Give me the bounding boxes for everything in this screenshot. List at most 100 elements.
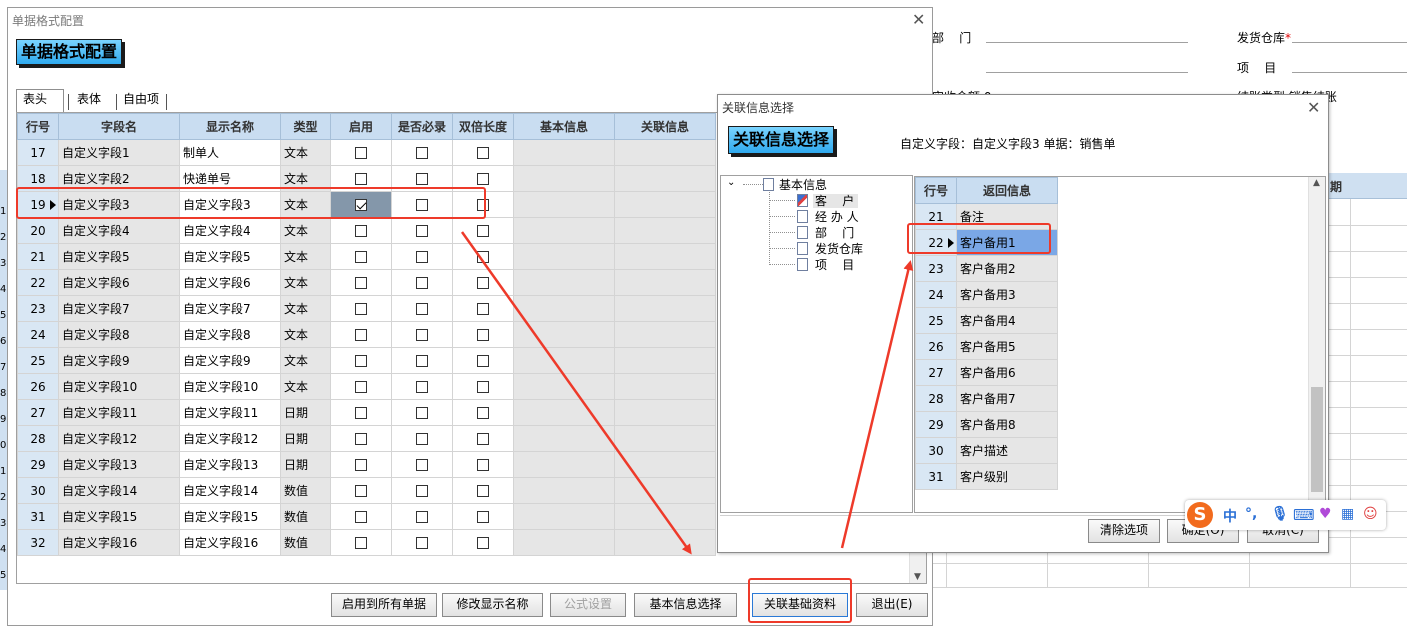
column-field-name[interactable]: 字段名 (58, 113, 180, 140)
list-item[interactable]: 27 客户备用6 (915, 359, 1058, 386)
double-length-cell[interactable] (452, 373, 514, 400)
display-name-cell[interactable]: 自定义字段7 (179, 295, 281, 322)
required-checkbox[interactable] (416, 433, 428, 445)
tab-free-items[interactable]: 自由项 (117, 90, 167, 111)
enabled-cell[interactable] (330, 503, 392, 530)
display-name-cell[interactable]: 自定义字段9 (179, 347, 281, 374)
basic-info-cell[interactable] (513, 191, 615, 218)
return-info-cell[interactable]: 客户备用7 (956, 385, 1058, 412)
required-checkbox[interactable] (416, 355, 428, 367)
column-link-info[interactable]: 关联信息 (614, 113, 716, 140)
basic-info-cell[interactable] (513, 399, 615, 426)
chevron-down-icon[interactable]: ⌄ (727, 177, 735, 188)
display-name-cell[interactable]: 自定义字段12 (179, 425, 281, 452)
double-length-checkbox[interactable] (477, 251, 489, 263)
enabled-checkbox[interactable] (355, 277, 367, 289)
column-display-name[interactable]: 显示名称 (179, 113, 281, 140)
required-checkbox[interactable] (416, 459, 428, 471)
required-cell[interactable] (391, 321, 453, 348)
list-item[interactable]: 24 客户备用3 (915, 281, 1058, 308)
required-cell[interactable] (391, 139, 453, 166)
required-cell[interactable] (391, 399, 453, 426)
double-length-cell[interactable] (452, 477, 514, 504)
table-row[interactable]: 23 自定义字段7 自定义字段7 文本 (17, 295, 716, 322)
list-item[interactable]: 29 客户备用8 (915, 411, 1058, 438)
required-checkbox[interactable] (416, 537, 428, 549)
required-checkbox[interactable] (416, 277, 428, 289)
return-info-cell[interactable]: 客户备用5 (956, 333, 1058, 360)
required-cell[interactable] (391, 217, 453, 244)
required-cell[interactable] (391, 295, 453, 322)
enabled-cell[interactable] (330, 477, 392, 504)
link-info-cell[interactable] (614, 139, 716, 166)
column-type[interactable]: 类型 (280, 113, 331, 140)
enabled-checkbox[interactable] (355, 537, 367, 549)
toolbox-icon[interactable]: ▦ (1341, 506, 1354, 522)
tree-item-handler[interactable]: 经 办 人 (815, 210, 859, 224)
required-cell[interactable] (391, 373, 453, 400)
double-length-checkbox[interactable] (477, 485, 489, 497)
link-info-cell[interactable] (614, 217, 716, 244)
double-length-checkbox[interactable] (477, 277, 489, 289)
double-length-cell[interactable] (452, 347, 514, 374)
basic-info-cell[interactable] (513, 321, 615, 348)
display-name-cell[interactable]: 自定义字段4 (179, 217, 281, 244)
enabled-cell[interactable] (330, 347, 392, 374)
enabled-checkbox[interactable] (355, 147, 367, 159)
enabled-cell[interactable] (330, 243, 392, 270)
double-length-checkbox[interactable] (477, 173, 489, 185)
basic-info-cell[interactable] (513, 373, 615, 400)
basic-info-cell[interactable] (513, 165, 615, 192)
apply-to-all-button[interactable]: 启用到所有单据 (331, 593, 437, 617)
link-info-cell[interactable] (614, 295, 716, 322)
required-cell[interactable] (391, 269, 453, 296)
column-row-no[interactable]: 行号 (915, 177, 957, 204)
display-name-cell[interactable]: 制单人 (179, 139, 281, 166)
table-row[interactable]: 24 自定义字段8 自定义字段8 文本 (17, 321, 716, 348)
enabled-cell[interactable] (330, 217, 392, 244)
basic-info-cell[interactable] (513, 295, 615, 322)
tree-item-department[interactable]: 部 门 (815, 226, 854, 240)
double-length-checkbox[interactable] (477, 537, 489, 549)
skin-icon[interactable]: ♥ (1319, 506, 1332, 522)
basic-info-cell[interactable] (513, 269, 615, 296)
double-length-cell[interactable] (452, 529, 514, 556)
double-length-checkbox[interactable] (477, 355, 489, 367)
link-info-cell[interactable] (614, 191, 716, 218)
required-checkbox[interactable] (416, 511, 428, 523)
double-length-checkbox[interactable] (477, 459, 489, 471)
display-name-cell[interactable]: 自定义字段6 (179, 269, 281, 296)
basic-info-cell[interactable] (513, 529, 615, 556)
link-info-cell[interactable] (614, 399, 716, 426)
required-cell[interactable] (391, 425, 453, 452)
table-row[interactable]: 25 自定义字段9 自定义字段9 文本 (17, 347, 716, 374)
column-row-no[interactable]: 行号 (17, 113, 59, 140)
double-length-cell[interactable] (452, 451, 514, 478)
basic-info-cell[interactable] (513, 243, 615, 270)
list-item[interactable]: 23 客户备用2 (915, 255, 1058, 282)
basic-info-select-button[interactable]: 基本信息选择 (634, 593, 737, 617)
column-return-info[interactable]: 返回信息 (956, 177, 1058, 204)
link-info-cell[interactable] (614, 451, 716, 478)
required-checkbox[interactable] (416, 407, 428, 419)
required-checkbox[interactable] (416, 485, 428, 497)
enabled-checkbox[interactable] (355, 225, 367, 237)
return-info-cell[interactable]: 客户备用2 (956, 255, 1058, 282)
table-row[interactable]: 32 自定义字段16 自定义字段16 数值 (17, 529, 716, 556)
enabled-checkbox[interactable] (355, 381, 367, 393)
column-double-length[interactable]: 双倍长度 (452, 113, 514, 140)
table-row[interactable]: 29 自定义字段13 自定义字段13 日期 (17, 451, 716, 478)
enabled-cell[interactable] (330, 269, 392, 296)
link-info-cell[interactable] (614, 529, 716, 556)
double-length-cell[interactable] (452, 243, 514, 270)
table-row[interactable]: 31 自定义字段15 自定义字段15 数值 (17, 503, 716, 530)
chevron-up-icon[interactable]: ▲ (1313, 178, 1320, 188)
scrollbar-thumb[interactable] (1311, 387, 1323, 492)
rename-display-button[interactable]: 修改显示名称 (442, 593, 543, 617)
display-name-cell[interactable]: 自定义字段16 (179, 529, 281, 556)
required-cell[interactable] (391, 451, 453, 478)
enabled-checkbox[interactable] (355, 433, 367, 445)
double-length-checkbox[interactable] (477, 511, 489, 523)
return-info-cell[interactable]: 客户备用3 (956, 281, 1058, 308)
double-length-cell[interactable] (452, 321, 514, 348)
